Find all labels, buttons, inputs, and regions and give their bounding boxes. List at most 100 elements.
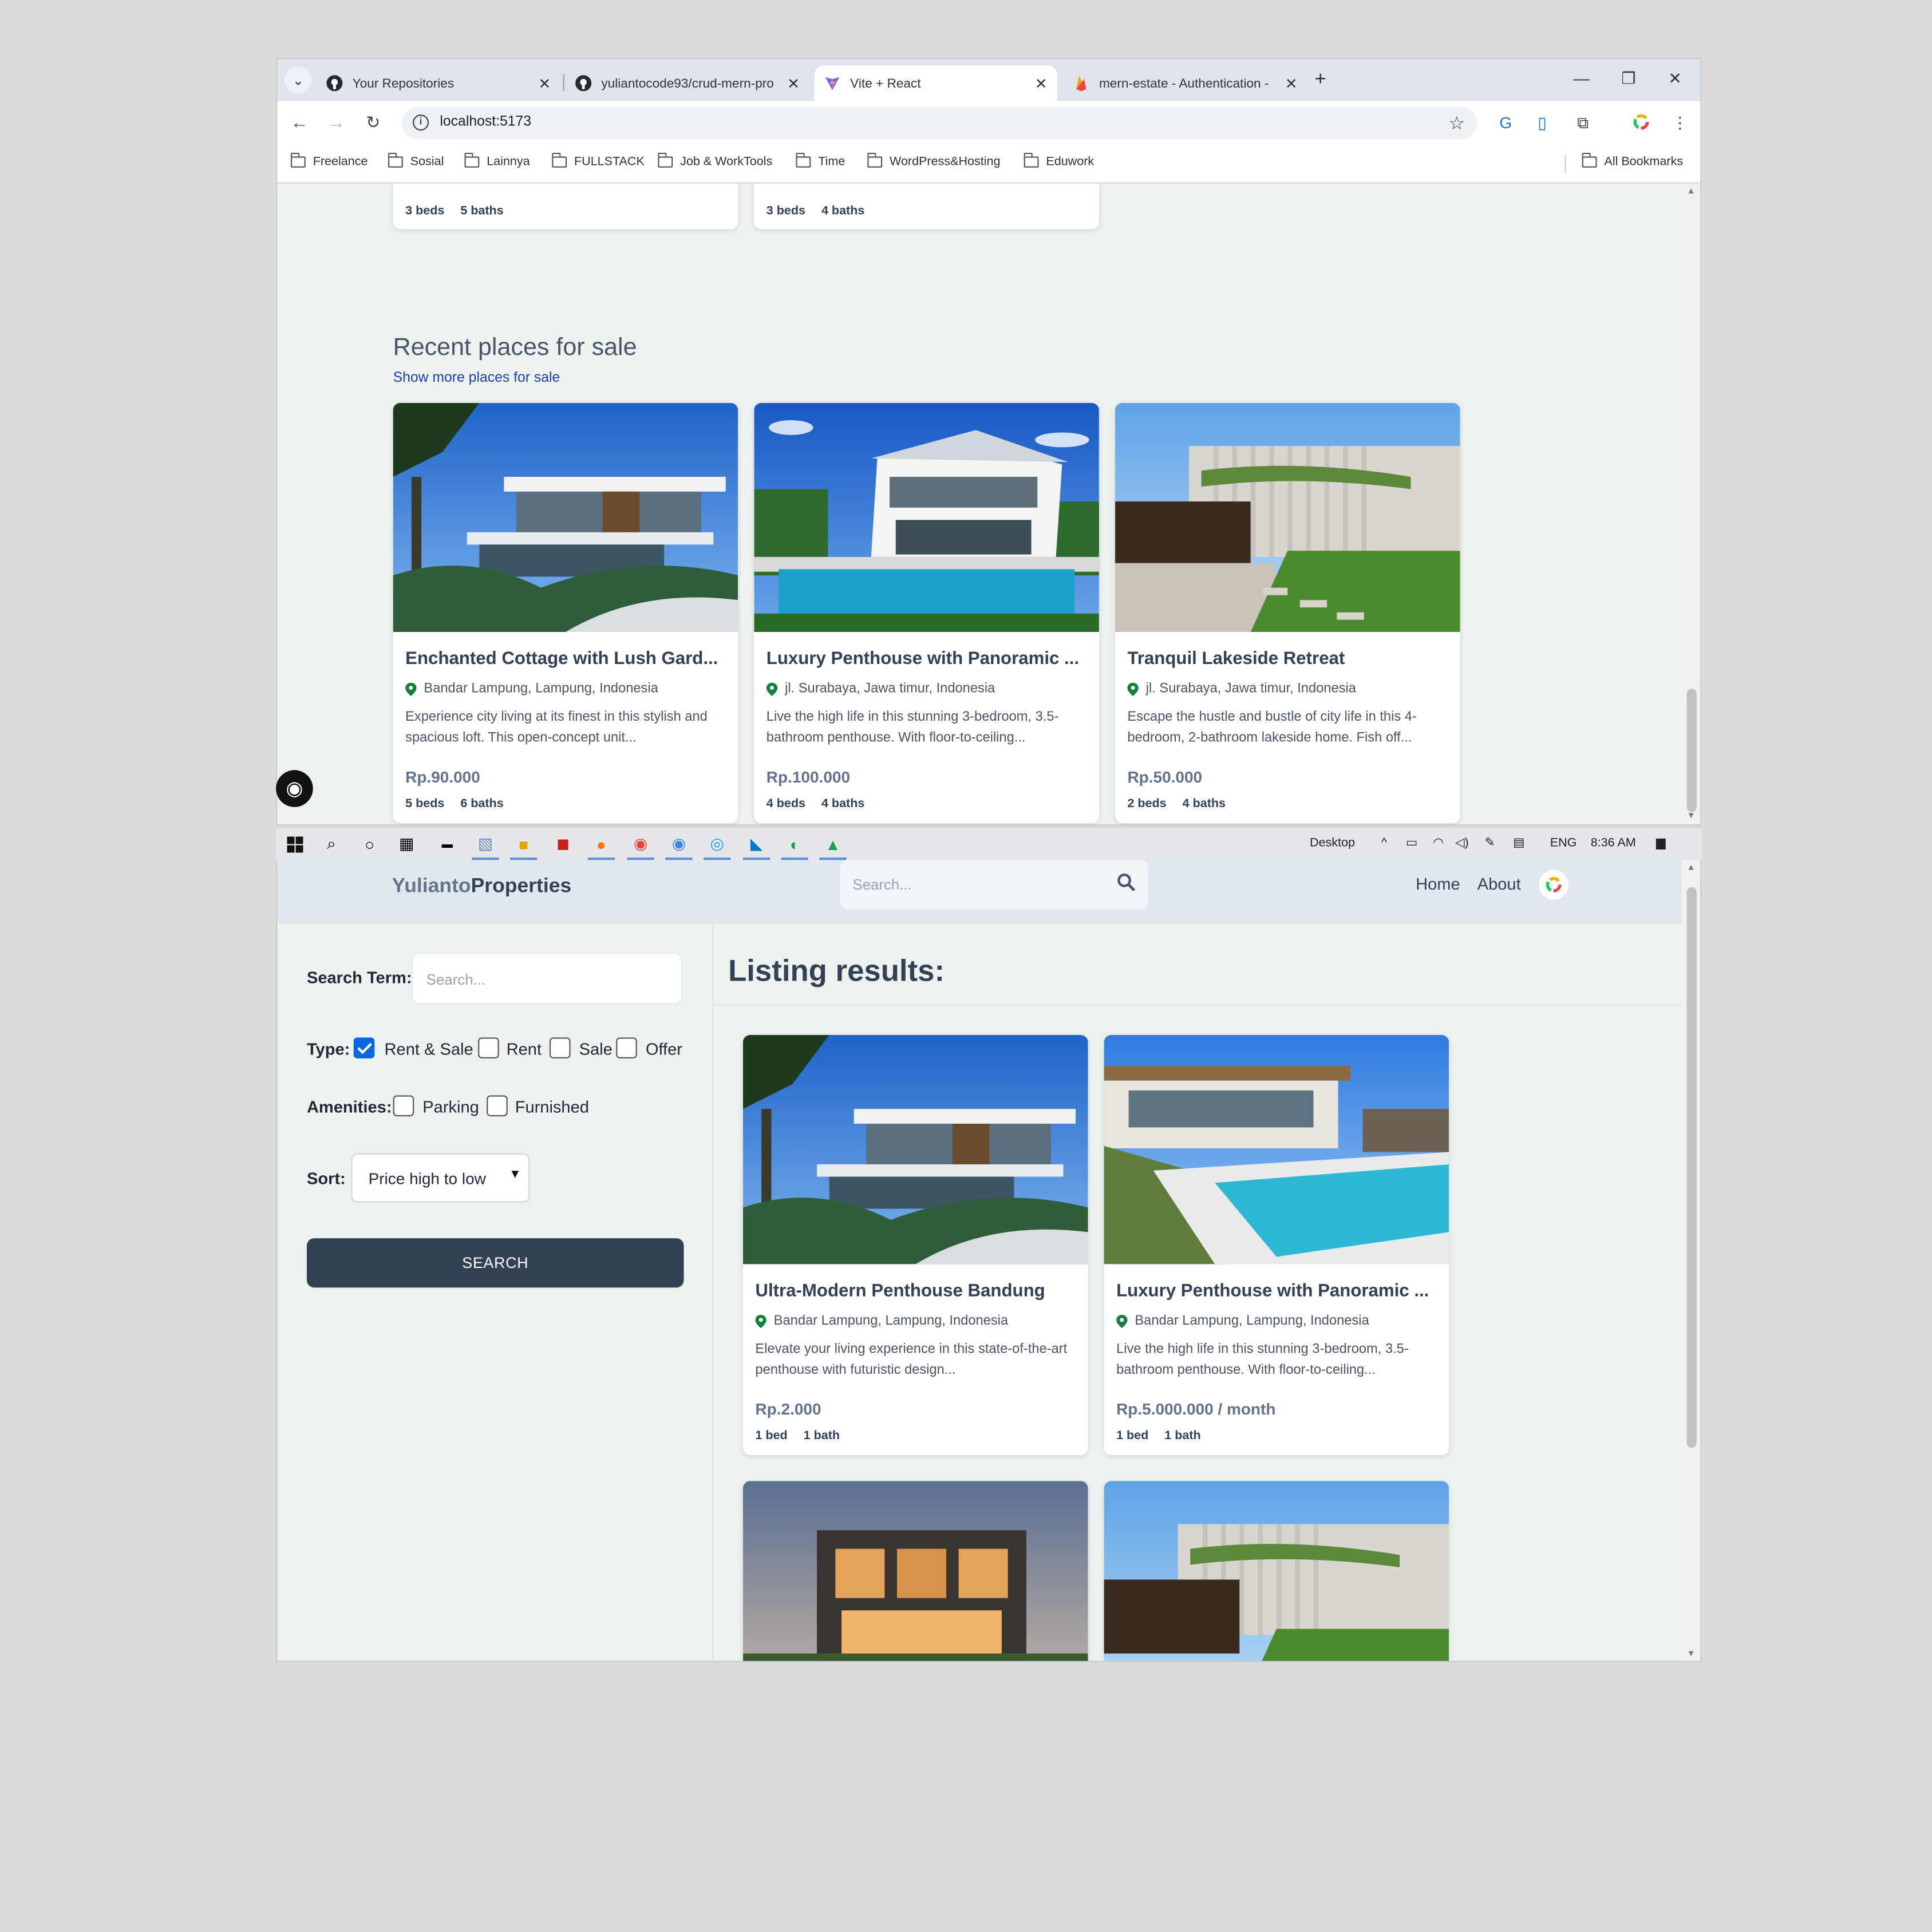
file-explorer-icon[interactable]: ■ xyxy=(514,834,534,854)
close-icon[interactable]: ✕ xyxy=(538,74,551,92)
furnished-checkbox[interactable] xyxy=(487,1095,508,1117)
listing-photo[interactable] xyxy=(742,1035,1088,1265)
listing-photo[interactable] xyxy=(393,402,738,633)
scrollbar-thumb[interactable] xyxy=(1686,689,1697,812)
listing-card[interactable]: Luxury Penthouse with Panoramic ... jl. … xyxy=(754,402,1099,823)
chrome-icon[interactable]: ◉ xyxy=(669,834,689,854)
listing-card[interactable]: 3 beds 4 baths xyxy=(754,183,1099,230)
listing-card[interactable]: Enchanted Cottage with Lush Gard... Band… xyxy=(393,402,738,823)
site-info-icon[interactable]: i xyxy=(413,114,429,131)
close-icon[interactable]: ✕ xyxy=(787,74,800,92)
translate-icon[interactable]: G xyxy=(1499,113,1512,132)
pen-icon[interactable]: ✎ xyxy=(1485,836,1495,850)
scrollbar-thumb[interactable] xyxy=(1686,887,1697,1448)
extension-icon[interactable]: ▯ xyxy=(1538,113,1546,133)
bookmark-freelance[interactable]: Freelance xyxy=(290,152,368,169)
scroll-down-arrow-icon[interactable]: ▼ xyxy=(1687,812,1696,820)
battery-icon[interactable]: ▭ xyxy=(1406,836,1417,850)
task-view-icon[interactable]: ▦ xyxy=(397,834,416,854)
puzzle-icon[interactable]: ⧉ xyxy=(1577,113,1589,133)
desktop-toolbar-label[interactable]: Desktop xyxy=(1310,836,1355,850)
forward-arrow-icon[interactable]: → xyxy=(328,112,345,132)
tab-search-button[interactable]: ⌄ xyxy=(285,66,312,94)
cortana-icon[interactable]: ○ xyxy=(360,834,380,854)
new-tab-button[interactable]: + xyxy=(1315,69,1326,92)
offer-checkbox[interactable] xyxy=(616,1037,637,1058)
app-icon[interactable]: ▲ xyxy=(823,834,843,854)
clock[interactable]: 8:36 AM xyxy=(1591,836,1636,850)
listing-card[interactable]: Luxury Penthouse with Panoramic ... Band… xyxy=(1104,1035,1449,1455)
listing-photo[interactable] xyxy=(742,1481,1088,1661)
bookmark-lainnya[interactable]: Lainnya xyxy=(464,152,530,169)
close-icon[interactable]: ✕ xyxy=(1285,74,1298,92)
listing-card[interactable]: Tranquil Lakeside Retreat jl. Surabaya, … xyxy=(1115,402,1460,823)
pdf-reader-icon[interactable]: ◼ xyxy=(553,834,572,854)
close-icon[interactable]: ✕ xyxy=(1035,74,1048,92)
rent-and-sale-checkbox[interactable] xyxy=(353,1037,375,1058)
wifi-icon[interactable]: ◠ xyxy=(1433,836,1444,850)
bookmark-wordpress-hosting[interactable]: WordPress&Hosting xyxy=(867,152,1000,169)
nav-home-link[interactable]: Home xyxy=(1416,875,1460,893)
listing-title[interactable]: Ultra-Modern Penthouse Bandung xyxy=(755,1281,1076,1301)
show-more-link[interactable]: Show more places for sale xyxy=(393,371,560,386)
tab-your-repositories[interactable]: Your Repositories ✕ xyxy=(317,65,560,101)
listing-card[interactable] xyxy=(742,1481,1088,1661)
back-arrow-icon[interactable]: ← xyxy=(291,112,308,132)
close-window-button[interactable]: ✕ xyxy=(1668,69,1681,89)
reload-icon[interactable]: ↻ xyxy=(366,112,380,133)
app-icon[interactable]: ▧ xyxy=(476,834,495,854)
minimize-button[interactable]: — xyxy=(1574,69,1590,88)
listing-card[interactable]: 3 beds 5 baths xyxy=(393,183,738,230)
profile-avatar[interactable] xyxy=(1539,870,1569,900)
bookmark-job-worktools[interactable]: Job & WorkTools xyxy=(658,152,772,169)
search-icon[interactable] xyxy=(1116,872,1136,892)
bookmark-sosial[interactable]: Sosial xyxy=(388,152,444,169)
address-bar[interactable]: i localhost:5173 ☆ xyxy=(401,107,1477,140)
header-search-input[interactable]: Search... xyxy=(840,860,1149,910)
rent-checkbox[interactable] xyxy=(478,1037,499,1058)
keyboard-icon[interactable]: ▤ xyxy=(1513,836,1524,850)
windows-start-icon[interactable] xyxy=(285,834,304,854)
listing-photo[interactable] xyxy=(1104,1035,1449,1265)
volume-icon[interactable]: ◁) xyxy=(1455,836,1469,850)
scroll-up-arrow-icon[interactable]: ▲ xyxy=(1687,864,1696,872)
listing-title[interactable]: Tranquil Lakeside Retreat xyxy=(1127,649,1448,669)
site-logo[interactable]: YuliantoProperties xyxy=(392,875,571,898)
listing-photo[interactable] xyxy=(1104,1481,1449,1661)
nav-about-link[interactable]: About xyxy=(1477,875,1521,893)
bookmark-all-bookmarks[interactable]: All Bookmarks xyxy=(1582,152,1683,169)
bookmark-eduwork[interactable]: Eduwork xyxy=(1024,152,1094,169)
edge-icon[interactable]: ◎ xyxy=(707,834,726,854)
listing-photo[interactable] xyxy=(1115,402,1460,633)
profile-avatar-icon[interactable] xyxy=(1633,113,1650,135)
parking-checkbox[interactable] xyxy=(393,1095,414,1117)
sort-select[interactable]: Price high to low ▼ xyxy=(351,1153,530,1203)
page-scrollbar[interactable]: ▲ ▼ xyxy=(1682,183,1701,824)
tab-crud-mern[interactable]: yuliantocode93/crud-mern-pro ✕ xyxy=(566,65,809,101)
terminal-icon[interactable]: ▬ xyxy=(437,834,457,854)
listing-title[interactable]: Luxury Penthouse with Panoramic ... xyxy=(1116,1281,1437,1301)
accessibility-icon[interactable]: ◉ xyxy=(276,770,313,807)
listing-title[interactable]: Luxury Penthouse with Panoramic ... xyxy=(767,649,1087,669)
sale-checkbox[interactable] xyxy=(549,1037,571,1058)
more-menu-icon[interactable]: ⋮ xyxy=(1672,113,1688,133)
scroll-up-arrow-icon[interactable]: ▲ xyxy=(1687,187,1696,196)
search-term-input[interactable]: Search... xyxy=(411,952,683,1005)
page-scrollbar[interactable]: ▲ ▼ xyxy=(1682,860,1701,1661)
chevron-up-icon[interactable]: ^ xyxy=(1381,836,1387,850)
bookmark-star-icon[interactable]: ☆ xyxy=(1448,112,1465,135)
bookmark-time[interactable]: Time xyxy=(796,152,845,169)
app-icon[interactable]: ◐ xyxy=(785,834,804,854)
restore-button[interactable]: ❐ xyxy=(1622,69,1636,89)
listing-title[interactable]: Enchanted Cottage with Lush Gard... xyxy=(405,649,726,669)
bookmark-fullstack[interactable]: FULLSTACK xyxy=(552,152,645,169)
tab-vite-react[interactable]: Vite + React ✕ xyxy=(814,65,1057,101)
tab-mern-estate[interactable]: mern-estate - Authentication - ✕ xyxy=(1064,65,1307,101)
search-button[interactable]: SEARCH xyxy=(306,1238,684,1288)
notification-icon[interactable]: ▆ xyxy=(1656,836,1666,850)
listing-card[interactable]: Ultra-Modern Penthouse Bandung Bandar La… xyxy=(742,1035,1088,1455)
listing-card[interactable] xyxy=(1104,1481,1449,1661)
scroll-down-arrow-icon[interactable]: ▼ xyxy=(1687,1650,1696,1658)
search-icon[interactable]: ⌕ xyxy=(322,834,341,854)
vscode-icon[interactable]: ◣ xyxy=(746,834,766,854)
